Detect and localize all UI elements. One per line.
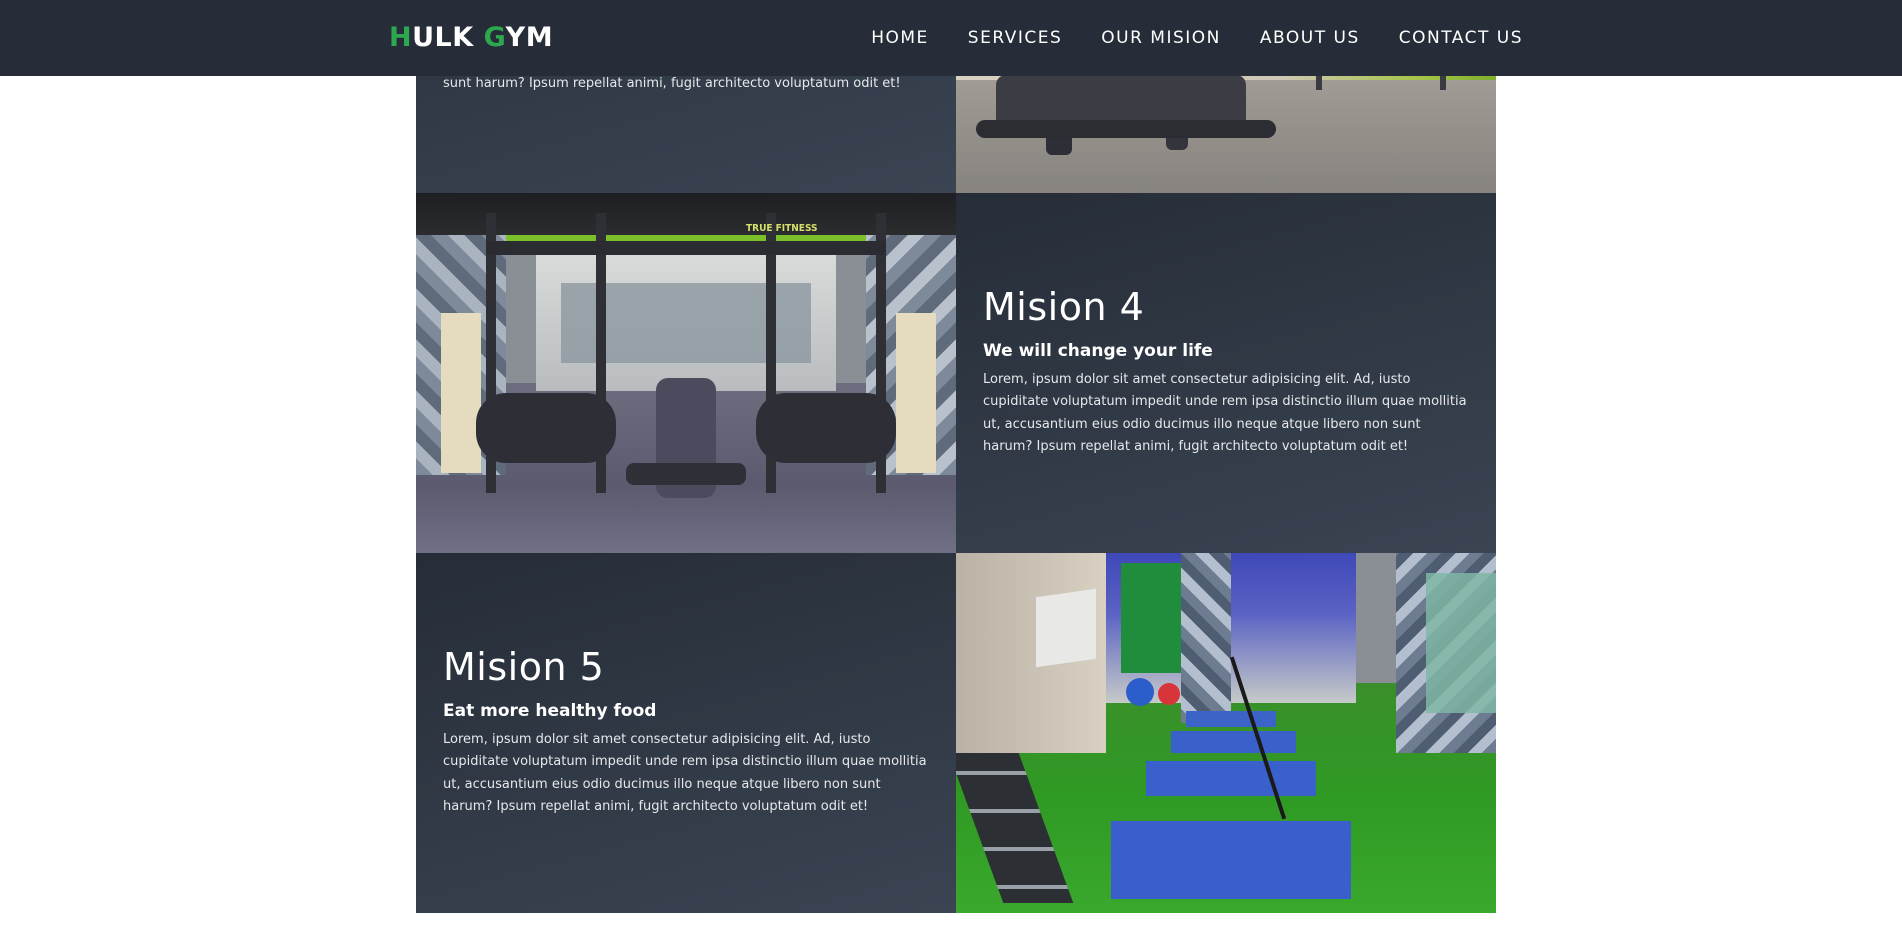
mission-4-title: Mision 4: [983, 285, 1145, 330]
logo-letter-g: G: [483, 22, 506, 53]
gym-sign-text: TRUE FITNESS: [746, 223, 818, 234]
mission-4-text: Lorem, ipsum dolor sit amet consectetur …: [983, 371, 1467, 455]
mission-5-text: Lorem, ipsum dolor sit amet consectetur …: [443, 731, 927, 815]
logo-text-ulk: ULK: [412, 22, 484, 53]
main-nav: HOME SERVICES OUR MISION ABOUT US CONTAC…: [871, 28, 1523, 48]
nav-link-contact-us[interactable]: CONTACT US: [1399, 28, 1523, 48]
nav-link-about-us[interactable]: ABOUT US: [1260, 28, 1360, 48]
mission-5-photo: [956, 553, 1496, 913]
logo-letter-h: H: [389, 22, 413, 53]
nav-link-services[interactable]: SERVICES: [968, 28, 1062, 48]
mission-4-card: Mision 4 We will change your life Lorem,…: [956, 193, 1496, 553]
mission-4-photo: TRUE FITNESS: [416, 193, 956, 553]
missions-section: sunt harum? Ipsum repellat animi, fugit …: [416, 0, 1496, 913]
mission-5-card: Mision 5 Eat more healthy food Lorem, ip…: [416, 553, 956, 913]
mission-5-subtitle: Eat more healthy food: [443, 700, 657, 721]
mission-5-title: Mision 5: [443, 645, 605, 690]
navbar: HULK GYM HOME SERVICES OUR MISION ABOUT …: [0, 0, 1902, 76]
logo-text-ym: YM: [505, 22, 554, 53]
nav-link-home[interactable]: HOME: [871, 28, 929, 48]
mission-4-subtitle: We will change your life: [983, 340, 1213, 361]
nav-link-our-mision[interactable]: OUR MISION: [1101, 28, 1221, 48]
site-logo[interactable]: HULK GYM: [389, 22, 553, 53]
